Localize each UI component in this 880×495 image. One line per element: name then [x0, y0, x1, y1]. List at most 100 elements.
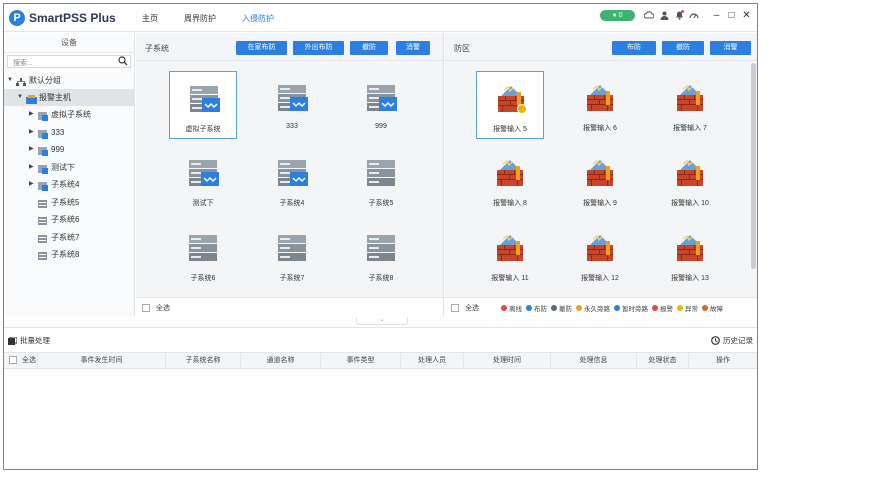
zone-card[interactable]: 报警输入 8: [476, 146, 544, 214]
column-header: 处理信息: [551, 353, 637, 368]
subsystem-card[interactable]: 333: [258, 71, 326, 139]
tree-node[interactable]: ▼ 报警主机: [4, 89, 135, 106]
zone-card[interactable]: 报警输入 9: [566, 146, 634, 214]
subsystem-grey-icon: [38, 233, 49, 243]
subsystem-card[interactable]: 子系统7: [258, 221, 326, 289]
history-label: 历史记录: [723, 336, 753, 345]
expand-toggle-icon[interactable]: ▶: [29, 124, 38, 141]
subsystem-select-all[interactable]: 全选: [142, 303, 170, 313]
column-header: 事件类型: [321, 353, 401, 368]
nav-perimeter[interactable]: 周界防护: [184, 13, 216, 24]
expand-toggle-icon[interactable]: ▼: [17, 89, 26, 106]
zone-card[interactable]: 报警输入 11: [476, 221, 544, 289]
tree-node-label: 子系统6: [51, 215, 80, 224]
subsystem-panel-title: 子系统: [145, 44, 169, 53]
subsystem-label: 子系统8: [368, 275, 394, 282]
batch-process-button[interactable]: 批量处理: [8, 335, 50, 346]
zone-label: 报警输入 10: [671, 200, 709, 207]
zone-panel-title: 防区: [454, 44, 470, 53]
zone-arm-button[interactable]: 布防: [612, 41, 656, 55]
zone-select-all[interactable]: 全选: [451, 303, 479, 313]
select-all-column[interactable]: 全选: [4, 353, 38, 368]
app-title: SmartPSS Plus: [29, 11, 116, 25]
away-arm-button[interactable]: 外出布防: [293, 41, 344, 55]
cloud-icon[interactable]: [643, 9, 655, 21]
subsystem-card[interactable]: 999: [347, 71, 415, 139]
subsystem-card[interactable]: 子系统8: [347, 221, 415, 289]
legend-label: 暂时旁路: [622, 306, 648, 313]
legend-item: 永久旁路: [576, 303, 610, 313]
tree-node[interactable]: 子系统5: [29, 194, 135, 211]
tree-node[interactable]: 子系统7: [29, 229, 135, 246]
tree-node[interactable]: ▶ 333: [29, 124, 135, 141]
subsystem-card[interactable]: 子系统6: [169, 221, 237, 289]
zone-card[interactable]: 报警输入 6: [566, 71, 634, 139]
chevron-down-icon: ⌄: [379, 317, 385, 323]
alarm-bell-icon[interactable]: [673, 9, 685, 21]
user-icon[interactable]: [658, 9, 670, 21]
search-icon[interactable]: [118, 56, 128, 68]
tree-node-label: 默认分组: [29, 76, 61, 85]
zone-card[interactable]: 报警输入 10: [656, 146, 724, 214]
panel-splitter-handle[interactable]: ⌄: [356, 317, 408, 325]
expand-toggle-icon[interactable]: ▶: [29, 159, 38, 176]
home-arm-button[interactable]: 在家布防: [236, 41, 287, 55]
zone-card[interactable]: 报警输入 12: [566, 221, 634, 289]
column-header: 操作: [716, 357, 730, 364]
tree-node-label: 子系统7: [51, 233, 80, 242]
subsystem-label: 子系统4: [279, 200, 305, 207]
tree-node[interactable]: ▶ 虚拟子系统: [29, 106, 135, 123]
subsystem-card[interactable]: 测试下: [169, 146, 237, 214]
zone-card[interactable]: 报警输入 7: [656, 71, 724, 139]
zone-label: 报警输入 7: [673, 125, 707, 132]
nav-home[interactable]: 主页: [142, 13, 158, 24]
zone-card[interactable]: 报警输入 13: [656, 221, 724, 289]
close-button[interactable]: ✕: [739, 10, 754, 21]
tree-node-label: 999: [51, 145, 65, 154]
zone-select-all-checkbox[interactable]: [451, 304, 459, 312]
legend-item: 布防: [526, 303, 547, 313]
select-all-checkbox[interactable]: [142, 304, 150, 312]
tree-node[interactable]: 子系统8: [29, 246, 135, 263]
subsystem-card[interactable]: 虚拟子系统: [169, 71, 237, 139]
table-select-all-checkbox[interactable]: [9, 356, 17, 365]
dashboard-icon[interactable]: [688, 9, 700, 21]
device-search-input[interactable]: 搜索...: [7, 55, 131, 68]
subsystem-card[interactable]: 子系统5: [347, 146, 415, 214]
subsystem-card[interactable]: 子系统4: [258, 146, 326, 214]
expand-toggle-icon[interactable]: ▶: [29, 176, 38, 193]
expand-toggle-icon[interactable]: ▶: [29, 106, 38, 123]
legend-status-icon: [652, 305, 658, 311]
nav-intrusion[interactable]: 入侵防护: [242, 13, 274, 24]
subsystem-label: 虚拟子系统: [185, 126, 221, 133]
tree-node[interactable]: ▶ 测试下: [29, 159, 135, 176]
top-nav: 主页 周界防护 入侵防护: [142, 13, 300, 24]
history-button[interactable]: 历史记录: [711, 335, 753, 346]
batch-process-label: 批量处理: [20, 336, 50, 345]
zone-select-all-label: 全选: [465, 305, 479, 312]
zone-grid-scrollbar[interactable]: [751, 63, 756, 269]
batch-icon: [8, 336, 17, 345]
subsystem-label: 子系统5: [368, 200, 394, 207]
legend-item: 报警: [652, 303, 673, 313]
zone-clear-alarm-button[interactable]: 消警: [710, 41, 751, 55]
tree-node[interactable]: 子系统6: [29, 211, 135, 228]
disarm-button[interactable]: 撤防: [350, 41, 388, 55]
zone-disarm-button[interactable]: 撤防: [662, 41, 704, 55]
subsystem-label: 333: [286, 123, 298, 130]
legend-status-icon: [677, 305, 683, 311]
expand-toggle-icon[interactable]: ▼: [7, 72, 16, 89]
legend-item: 撤防: [551, 303, 572, 313]
status-pill[interactable]: ● 0: [600, 9, 635, 21]
tree-node-label: 报警主机: [39, 93, 71, 102]
zone-card[interactable]: 报警输入 5: [476, 71, 544, 139]
tree-node[interactable]: ▼ 默认分组: [7, 72, 135, 89]
tree-node[interactable]: ▶ 子系统4: [29, 176, 135, 193]
legend-label: 故障: [710, 306, 723, 313]
maximize-button[interactable]: □: [724, 10, 739, 21]
tree-node[interactable]: ▶ 999: [29, 141, 135, 158]
expand-toggle-icon[interactable]: ▶: [29, 141, 38, 158]
clear-alarm-button[interactable]: 消警: [396, 41, 430, 55]
column-header: 子系统名称: [166, 353, 241, 368]
minimize-button[interactable]: –: [709, 10, 724, 21]
